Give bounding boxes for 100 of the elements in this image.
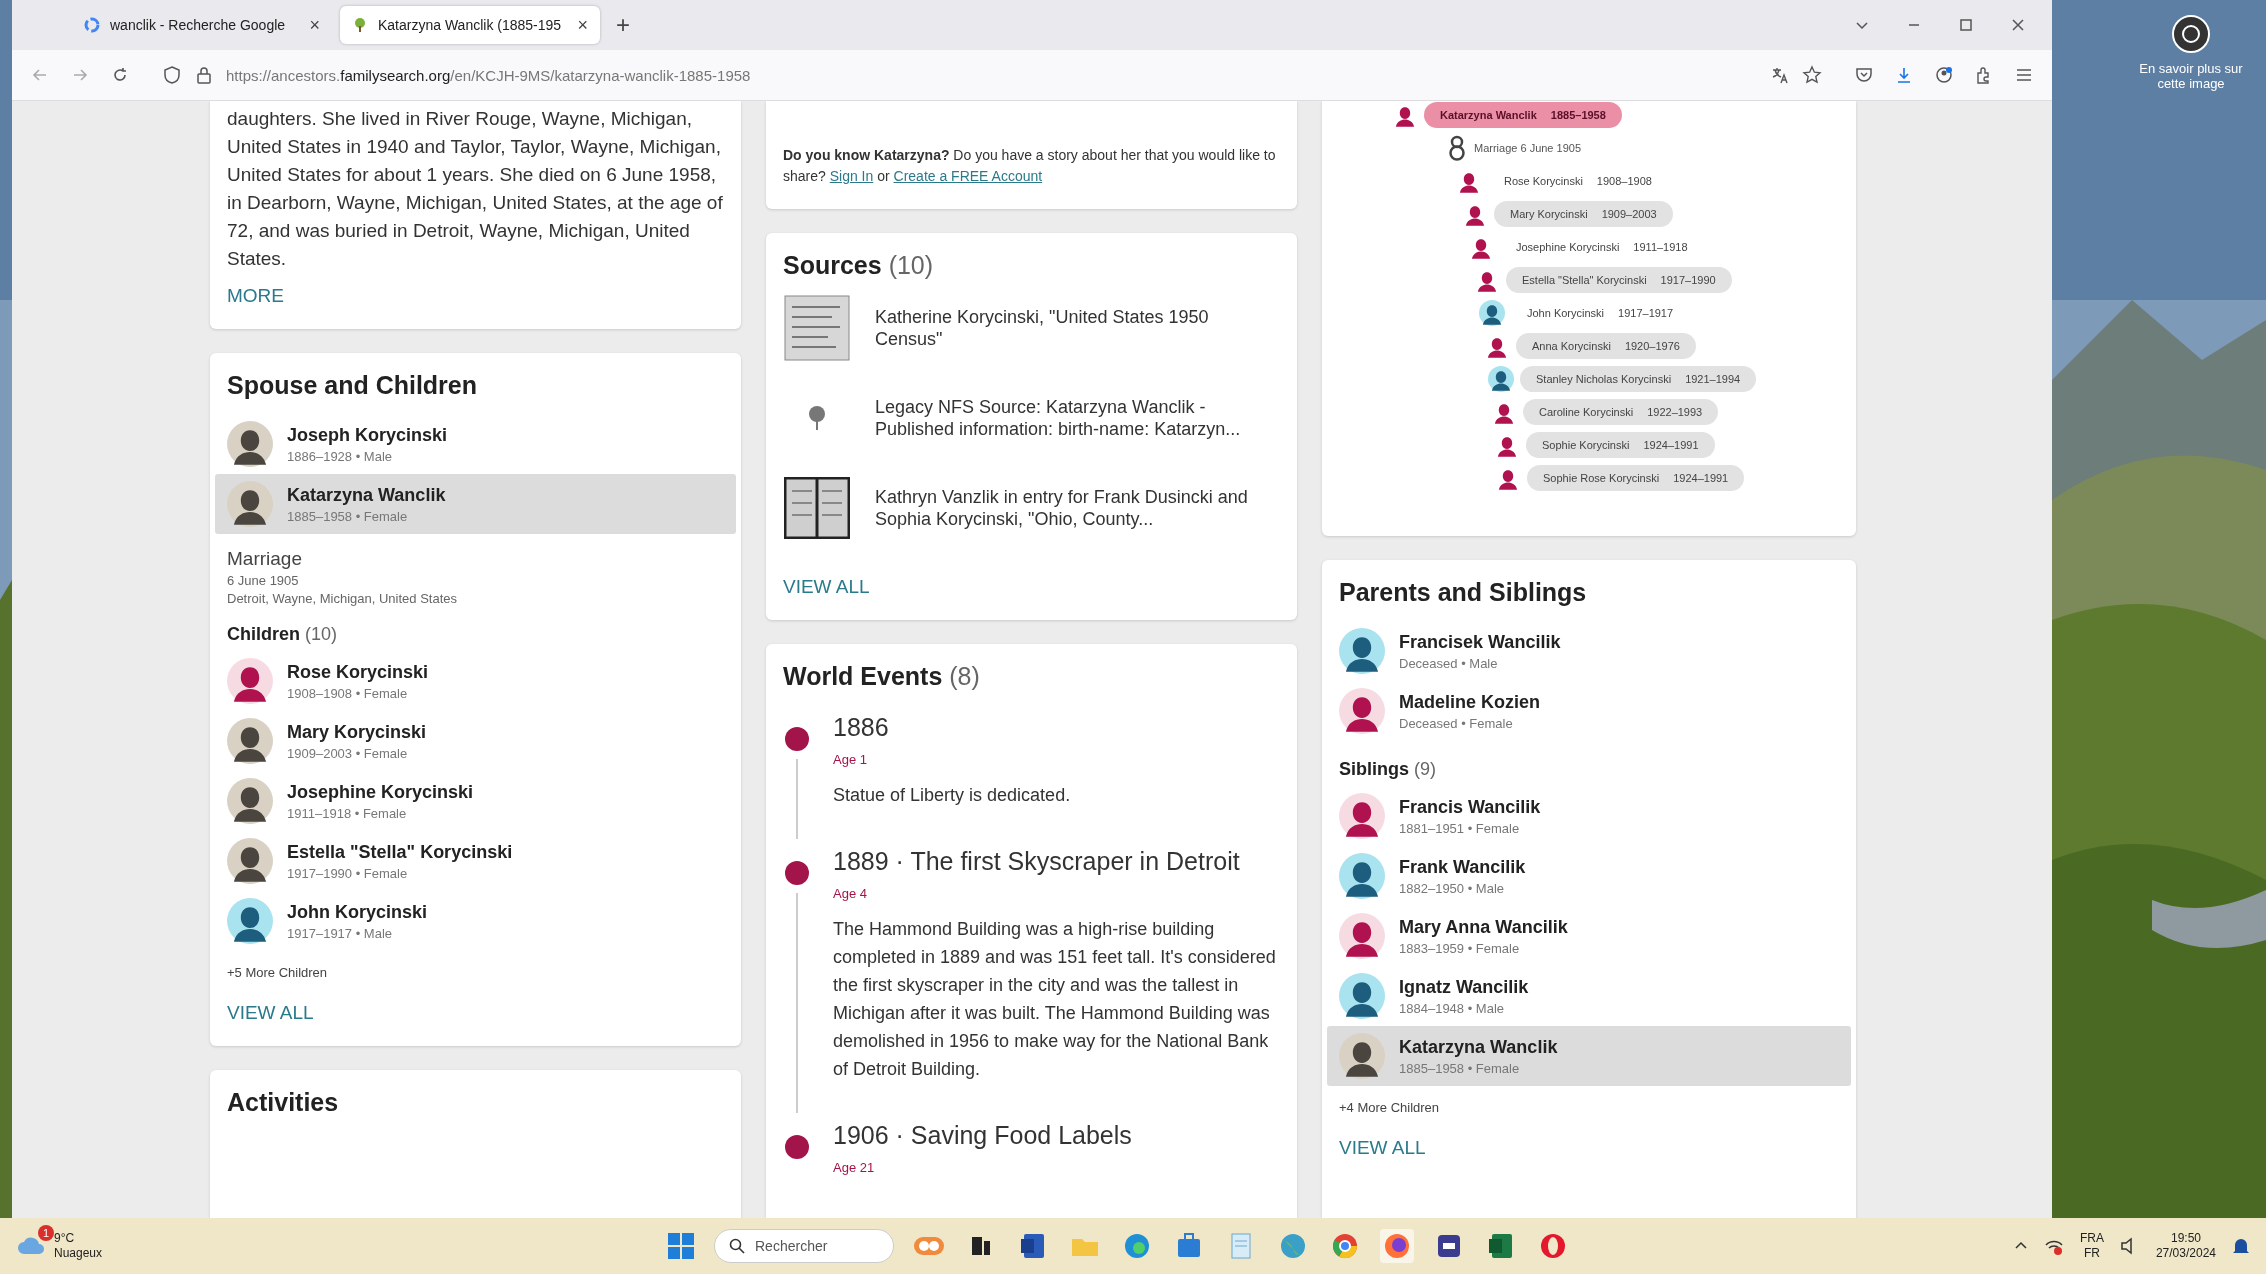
avatar-icon (227, 658, 273, 704)
document-thumbnail[interactable] (784, 295, 850, 361)
more-link[interactable]: MORE (227, 285, 284, 307)
avatar-icon (1488, 366, 1514, 392)
close-tab-button[interactable]: × (309, 14, 320, 36)
clock-time[interactable]: 19:50 (2170, 1231, 2201, 1246)
avatar-icon (1339, 853, 1385, 899)
search-field[interactable]: Rechercher (714, 1229, 894, 1263)
person-row[interactable]: Josephine Korycinski 1911–1918 • Female (215, 771, 736, 831)
bell-icon[interactable] (2232, 1236, 2250, 1256)
person-details: 1911–1918 • Female (287, 805, 408, 821)
person-name: John Korycinski (287, 901, 428, 923)
star-icon[interactable] (1802, 65, 1822, 85)
person-name: Madeline Kozien (1399, 691, 1541, 713)
event-age: Age 4 (833, 886, 868, 901)
create-account-link[interactable]: Create a FREE Account (893, 168, 1043, 184)
source-title[interactable]: Kathryn Vanzlik in entry for Frank Dusincki and Sophia Korycinski, "Ohio, County... (875, 486, 1280, 530)
children-heading: Children (227, 624, 300, 644)
person-name: Rose Korycinski (287, 661, 429, 683)
share-prompt: Do you know Katarzyna? Do you have a story about her that you would like to share? Sign In or Create a FREE Account (783, 146, 1277, 186)
biography-text: daughters. She lived in River Rouge, Wayne, Michigan, United States in 1940 and Taylor, Taylor, Wayne, Michigan, United States for about 1 years. She died on 6 June 1958, in Dearborn, Wayne, Michigan, United States, at the age of 72, and was buried in Detroit, Wayne, Michigan, United States. (227, 107, 724, 271)
keyboard-layout-text[interactable]: FR (2083, 1246, 2100, 1261)
person-name: Josephine Korycinski (287, 781, 474, 803)
event-heading: 1886 (833, 713, 890, 742)
person-row[interactable]: Madeline Kozien Deceased • Female (1327, 681, 1851, 741)
person-details: 1885–1958 • Female (287, 508, 409, 524)
children-count: (10) (305, 624, 338, 644)
marriage-date: 6 June 1905 (227, 573, 300, 588)
person-name: Ignatz Wancilik (1399, 976, 1529, 998)
person-name: Joseph Korycinski (287, 424, 448, 446)
person-name: Katarzyna Wanclik (1399, 1036, 1558, 1058)
avatar-icon (1339, 913, 1385, 959)
tree-person[interactable]: John Korycinski 1917–1917 (1511, 300, 1690, 326)
source-title[interactable]: Katherine Korycinski, "United States 1950 Census" (875, 306, 1280, 350)
person-name: Estella "Stella" Korycinski (287, 841, 513, 863)
person-row[interactable]: John Korycinski 1917–1917 • Male (215, 891, 736, 951)
avatar-icon (227, 898, 273, 944)
event-age: Age 1 (833, 752, 868, 767)
avatar-icon (227, 778, 273, 824)
tree-person[interactable]: Stanley Nicholas Korycinski 1921–1994 (1520, 366, 1757, 392)
tree-person[interactable]: Estella "Stella" Korycinski 1917–1990 (1506, 267, 1732, 293)
person-row[interactable]: Katarzyna Wanclik 1885–1958 • Female (1327, 1026, 1851, 1086)
avatar-icon (1479, 300, 1505, 326)
close-tab-button[interactable]: × (577, 14, 588, 36)
more-children-text: +4 More Children (1339, 1100, 1441, 1115)
shield-icon[interactable] (162, 65, 182, 85)
view-all-link[interactable]: VIEW ALL (783, 576, 870, 598)
desktop-label[interactable]: En savoir plus sur cette image (2136, 62, 2246, 92)
browser-tab[interactable]: wanclik - Recherche Google × (72, 6, 332, 44)
section-count: (8) (949, 662, 980, 690)
person-details: 1886–1928 • Male (287, 448, 394, 464)
lock-icon[interactable] (194, 65, 214, 85)
weather-text: Nuageux (54, 1246, 103, 1261)
tree-person[interactable]: Sophie Korycinski 1924–1991 (1526, 432, 1715, 458)
person-details: 1908–1908 • Female (287, 685, 409, 701)
section-count: (10) (888, 251, 934, 279)
person-details: Deceased • Male (1399, 655, 1499, 671)
tree-person[interactable]: Rose Korycinski 1908–1908 (1488, 168, 1668, 194)
siblings-heading: Siblings (1339, 759, 1409, 779)
windows-icon[interactable] (666, 1231, 696, 1261)
new-tab-button[interactable]: + (608, 11, 638, 39)
more-children-text: +5 More Children (227, 965, 329, 980)
browser-tab[interactable]: Katarzyna Wanclik (1885-195 × (340, 6, 600, 44)
tree-person[interactable]: Josephine Korycinski 1911–1918 (1500, 234, 1704, 260)
person-row[interactable]: Rose Korycinski 1908–1908 • Female (215, 651, 736, 711)
avatar-icon (227, 838, 273, 884)
event-description: Statue of Liberty is dedicated. (833, 784, 1071, 807)
person-row[interactable]: Mary Korycinski 1909–2003 • Female (215, 711, 736, 771)
person-details: 1909–2003 • Female (287, 745, 409, 761)
person-details: 1917–1917 • Male (287, 925, 394, 941)
person-row[interactable]: Francis Wancilik 1881–1951 • Female (1327, 786, 1851, 846)
tree-person[interactable]: Anna Korycinski 1920–1976 (1516, 333, 1696, 359)
clock-date[interactable]: 27/03/2024 (2155, 1246, 2216, 1261)
tree-person[interactable]: Mary Korycinski 1909–2003 (1494, 201, 1673, 227)
account-icon[interactable] (1934, 65, 1954, 85)
sign-in-link[interactable]: Sign In (829, 168, 874, 184)
person-row[interactable]: Joseph Korycinski 1886–1928 • Male (215, 414, 736, 474)
source-title[interactable]: Legacy NFS Source: Katarzyna Wanclik - Published information: birth-name: Katarzyn... (875, 396, 1280, 440)
person-row[interactable]: Katarzyna Wanclik 1885–1958 • Female (215, 474, 736, 534)
language-text[interactable]: FRA (2079, 1231, 2104, 1246)
pocket-icon[interactable] (1854, 65, 1874, 85)
person-details: 1884–1948 • Male (1399, 1000, 1506, 1016)
book-thumbnail[interactable] (784, 477, 850, 539)
person-row[interactable]: Ignatz Wancilik 1884–1948 • Male (1327, 966, 1851, 1026)
tree-person[interactable]: Caroline Korycinski 1922–1993 (1523, 399, 1719, 425)
view-all-link[interactable]: VIEW ALL (227, 1002, 314, 1024)
person-row[interactable]: Frank Wancilik 1882–1950 • Male (1327, 846, 1851, 906)
view-all-link[interactable]: VIEW ALL (1339, 1137, 1426, 1159)
person-details: Deceased • Female (1399, 715, 1514, 731)
avatar-icon (1339, 628, 1385, 674)
event-heading: 1889 · The first Skyscraper in Detroit (833, 847, 1241, 876)
tree-person[interactable]: Katarzyna Wanclik 1885–1958 (1424, 102, 1622, 128)
person-row[interactable]: Mary Anna Wancilik 1883–1959 • Female (1327, 906, 1851, 966)
person-row[interactable]: Estella "Stella" Korycinski 1917–1990 • Female (215, 831, 736, 891)
tree-person[interactable]: Sophie Rose Korycinski 1924–1991 (1527, 465, 1745, 491)
person-name: Mary Anna Wancilik (1399, 916, 1568, 938)
event-description: The Hammond Building was a high-rise building completed in 1889 and was 151 feet tall. It's considered the first skyscraper in the city and was the tallest in Michigan after it was built. The Hammond Building was demolished in 1956 to make way for the National Bank of Detroit Building. (833, 918, 1277, 1081)
translate-icon[interactable] (1770, 65, 1790, 85)
person-details: 1885–1958 • Female (1399, 1060, 1521, 1076)
person-row[interactable]: Francisek Wancilik Deceased • Male (1327, 621, 1851, 681)
